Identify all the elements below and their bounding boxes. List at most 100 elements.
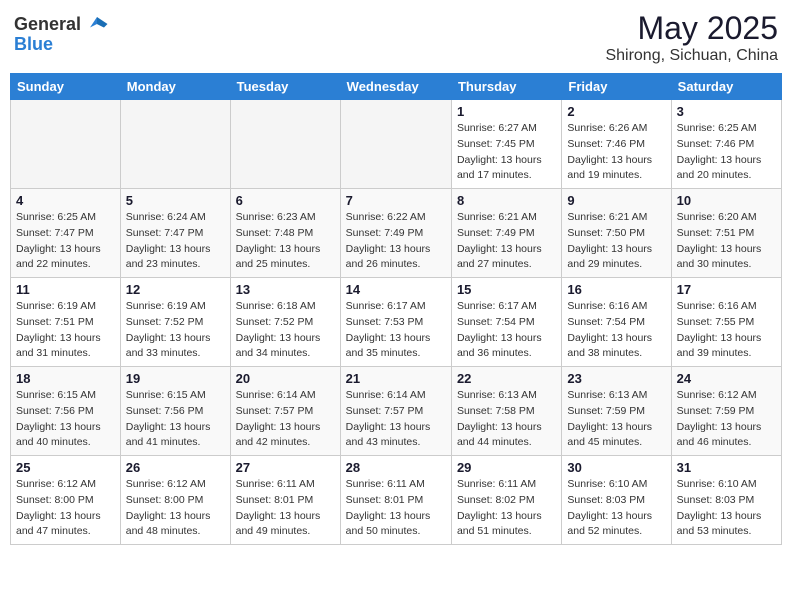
calendar-week-row: 25Sunrise: 6:12 AMSunset: 8:00 PMDayligh…: [11, 456, 782, 545]
calendar-week-row: 11 Sunrise: 6:19 AMSunset: 7:51 PMDayligh…: [11, 278, 782, 367]
day-info: Sunrise: 6:18 AMSunset: 7:52 PMDaylight:…: [236, 299, 335, 362]
calendar-cell: 3 Sunrise: 6:25 AMSunset: 7:46 PMDaylight…: [671, 100, 781, 189]
calendar-cell: [340, 100, 451, 189]
day-number: 18: [16, 371, 115, 386]
day-info: Sunrise: 6:14 AMSunset: 7:57 PMDaylight:…: [346, 388, 446, 451]
calendar-cell: 22Sunrise: 6:13 AMSunset: 7:58 PMDayligh…: [451, 367, 561, 456]
day-info: Sunrise: 6:17 AMSunset: 7:54 PMDaylight:…: [457, 299, 556, 362]
calendar-cell: 1Sunrise: 6:27 AMSunset: 7:45 PMDaylight…: [451, 100, 561, 189]
day-number: 9: [567, 193, 665, 208]
day-info: Sunrise: 6:11 AMSunset: 8:01 PMDaylight:…: [236, 477, 335, 540]
day-number: 27: [236, 460, 335, 475]
calendar-week-row: 18 Sunrise: 6:15 AMSunset: 7:56 PMDayligh…: [11, 367, 782, 456]
day-info: Sunrise: 6:13 AMSunset: 7:59 PMDaylight:…: [567, 388, 665, 451]
day-info: Sunrise: 6:12 AMSunset: 8:00 PMDaylight:…: [126, 477, 225, 540]
calendar-cell: 6 Sunrise: 6:23 AMSunset: 7:48 PMDaylight…: [230, 189, 340, 278]
day-number: 20: [236, 371, 335, 386]
calendar-cell: 19 Sunrise: 6:15 AMSunset: 7:56 PMDayligh…: [120, 367, 230, 456]
day-info: Sunrise: 6:10 AMSunset: 8:03 PMDaylight:…: [677, 477, 776, 540]
day-info: Sunrise: 6:16 AMSunset: 7:55 PMDaylight:…: [677, 299, 776, 362]
calendar-cell: 8Sunrise: 6:21 AMSunset: 7:49 PMDaylight…: [451, 189, 561, 278]
calendar-cell: [11, 100, 121, 189]
day-info: Sunrise: 6:24 AMSunset: 7:47 PMDaylight:…: [126, 210, 225, 273]
logo-bird-icon: [83, 10, 111, 38]
calendar-cell: 12Sunrise: 6:19 AMSunset: 7:52 PMDayligh…: [120, 278, 230, 367]
day-info: Sunrise: 6:25 AMSunset: 7:46 PMDaylight:…: [677, 121, 776, 184]
weekday-header: Monday: [120, 74, 230, 100]
location-title: Shirong, Sichuan, China: [605, 47, 778, 65]
day-info: Sunrise: 6:21 AMSunset: 7:50 PMDaylight:…: [567, 210, 665, 273]
day-number: 29: [457, 460, 556, 475]
calendar-cell: 26Sunrise: 6:12 AMSunset: 8:00 PMDayligh…: [120, 456, 230, 545]
day-number: 12: [126, 282, 225, 297]
calendar-cell: 13 Sunrise: 6:18 AMSunset: 7:52 PMDayligh…: [230, 278, 340, 367]
calendar-cell: 25Sunrise: 6:12 AMSunset: 8:00 PMDayligh…: [11, 456, 121, 545]
calendar-cell: 17 Sunrise: 6:16 AMSunset: 7:55 PMDayligh…: [671, 278, 781, 367]
day-info: Sunrise: 6:12 AMSunset: 8:00 PMDaylight:…: [16, 477, 115, 540]
day-number: 7: [346, 193, 446, 208]
day-number: 4: [16, 193, 115, 208]
day-info: Sunrise: 6:12 AMSunset: 7:59 PMDaylight:…: [677, 388, 776, 451]
day-number: 2: [567, 104, 665, 119]
day-number: 6: [236, 193, 335, 208]
day-info: Sunrise: 6:26 AMSunset: 7:46 PMDaylight:…: [567, 121, 665, 184]
day-number: 11: [16, 282, 115, 297]
calendar: SundayMondayTuesdayWednesdayThursdayFrid…: [10, 73, 782, 545]
day-number: 3: [677, 104, 776, 119]
calendar-cell: 2 Sunrise: 6:26 AMSunset: 7:46 PMDaylight…: [562, 100, 671, 189]
calendar-cell: 4Sunrise: 6:25 AMSunset: 7:47 PMDaylight…: [11, 189, 121, 278]
weekday-header: Wednesday: [340, 74, 451, 100]
day-number: 15: [457, 282, 556, 297]
day-number: 31: [677, 460, 776, 475]
day-info: Sunrise: 6:15 AMSunset: 7:56 PMDaylight:…: [126, 388, 225, 451]
day-number: 17: [677, 282, 776, 297]
day-info: Sunrise: 6:27 AMSunset: 7:45 PMDaylight:…: [457, 121, 556, 184]
calendar-week-row: 1Sunrise: 6:27 AMSunset: 7:45 PMDaylight…: [11, 100, 782, 189]
day-number: 24: [677, 371, 776, 386]
day-info: Sunrise: 6:22 AMSunset: 7:49 PMDaylight:…: [346, 210, 446, 273]
day-number: 13: [236, 282, 335, 297]
month-title: May 2025: [605, 10, 778, 47]
calendar-cell: 24 Sunrise: 6:12 AMSunset: 7:59 PMDayligh…: [671, 367, 781, 456]
calendar-cell: 21 Sunrise: 6:14 AMSunset: 7:57 PMDayligh…: [340, 367, 451, 456]
calendar-week-row: 4Sunrise: 6:25 AMSunset: 7:47 PMDaylight…: [11, 189, 782, 278]
calendar-cell: 14 Sunrise: 6:17 AMSunset: 7:53 PMDayligh…: [340, 278, 451, 367]
calendar-cell: 5 Sunrise: 6:24 AMSunset: 7:47 PMDaylight…: [120, 189, 230, 278]
day-number: 8: [457, 193, 556, 208]
weekday-header: Tuesday: [230, 74, 340, 100]
calendar-cell: 31 Sunrise: 6:10 AMSunset: 8:03 PMDayligh…: [671, 456, 781, 545]
logo-general-text: General: [14, 14, 81, 35]
calendar-cell: 20Sunrise: 6:14 AMSunset: 7:57 PMDayligh…: [230, 367, 340, 456]
calendar-cell: 11 Sunrise: 6:19 AMSunset: 7:51 PMDayligh…: [11, 278, 121, 367]
day-info: Sunrise: 6:19 AMSunset: 7:51 PMDaylight:…: [16, 299, 115, 362]
calendar-cell: 15 Sunrise: 6:17 AMSunset: 7:54 PMDayligh…: [451, 278, 561, 367]
calendar-cell: 23 Sunrise: 6:13 AMSunset: 7:59 PMDayligh…: [562, 367, 671, 456]
day-number: 28: [346, 460, 446, 475]
logo: General Blue: [14, 10, 111, 55]
day-info: Sunrise: 6:11 AMSunset: 8:01 PMDaylight:…: [346, 477, 446, 540]
day-info: Sunrise: 6:15 AMSunset: 7:56 PMDaylight:…: [16, 388, 115, 451]
day-number: 19: [126, 371, 225, 386]
day-info: Sunrise: 6:17 AMSunset: 7:53 PMDaylight:…: [346, 299, 446, 362]
day-number: 21: [346, 371, 446, 386]
day-number: 30: [567, 460, 665, 475]
weekday-header: Saturday: [671, 74, 781, 100]
calendar-cell: 7 Sunrise: 6:22 AMSunset: 7:49 PMDaylight…: [340, 189, 451, 278]
title-area: May 2025 Shirong, Sichuan, China: [605, 10, 778, 65]
day-info: Sunrise: 6:23 AMSunset: 7:48 PMDaylight:…: [236, 210, 335, 273]
day-number: 14: [346, 282, 446, 297]
day-info: Sunrise: 6:20 AMSunset: 7:51 PMDaylight:…: [677, 210, 776, 273]
day-number: 23: [567, 371, 665, 386]
day-number: 5: [126, 193, 225, 208]
day-info: Sunrise: 6:10 AMSunset: 8:03 PMDaylight:…: [567, 477, 665, 540]
calendar-cell: 10Sunrise: 6:20 AMSunset: 7:51 PMDayligh…: [671, 189, 781, 278]
weekday-header: Thursday: [451, 74, 561, 100]
day-info: Sunrise: 6:11 AMSunset: 8:02 PMDaylight:…: [457, 477, 556, 540]
calendar-cell: 27 Sunrise: 6:11 AMSunset: 8:01 PMDayligh…: [230, 456, 340, 545]
calendar-cell: 30 Sunrise: 6:10 AMSunset: 8:03 PMDayligh…: [562, 456, 671, 545]
day-number: 22: [457, 371, 556, 386]
header: General Blue May 2025 Shirong, Sichuan, …: [10, 10, 782, 65]
calendar-cell: 18 Sunrise: 6:15 AMSunset: 7:56 PMDayligh…: [11, 367, 121, 456]
weekday-header-row: SundayMondayTuesdayWednesdayThursdayFrid…: [11, 74, 782, 100]
weekday-header: Sunday: [11, 74, 121, 100]
